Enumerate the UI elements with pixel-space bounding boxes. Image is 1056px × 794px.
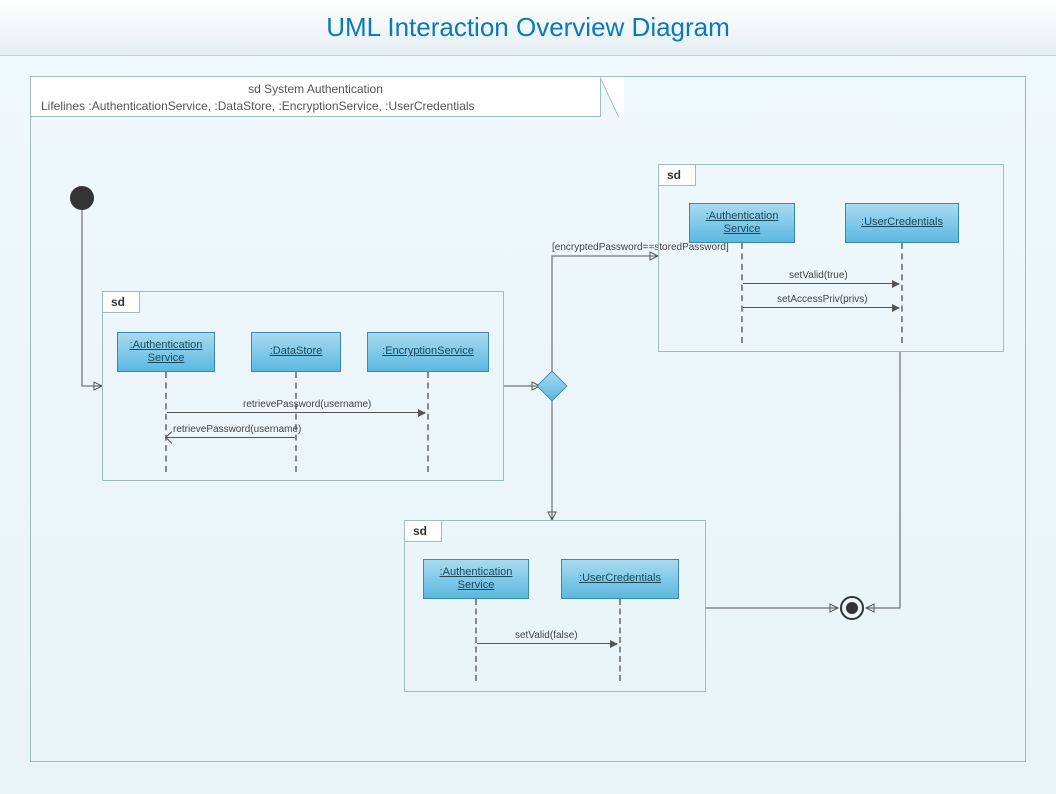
initial-node bbox=[70, 186, 94, 210]
lifeline-auth-3 bbox=[475, 599, 477, 681]
msg-text-2-2: setAccessPriv(privs) bbox=[777, 294, 868, 305]
lifebox-usercred-2: :UserCredentials bbox=[845, 203, 959, 243]
final-node bbox=[840, 596, 864, 620]
msg-text-1-1: retrievePassword(username) bbox=[243, 399, 371, 410]
sd-tab-1: sd bbox=[102, 291, 140, 313]
lifeline-auth-1 bbox=[165, 372, 167, 472]
outer-frame-tab: sd System Authentication Lifelines :Auth… bbox=[31, 77, 601, 117]
lifeline-uc-2 bbox=[901, 243, 903, 343]
sd-frame-2: sd :Authentication Service :UserCredenti… bbox=[658, 164, 1004, 352]
msg-line-3-1 bbox=[477, 643, 617, 644]
msg-line-1-2 bbox=[167, 437, 295, 438]
sd-tab-2: sd bbox=[658, 164, 696, 186]
outer-tab-line2: Lifelines :AuthenticationService, :DataS… bbox=[41, 98, 590, 115]
lifebox-usercred-3: :UserCredentials bbox=[561, 559, 679, 599]
lifebox-datastore: :DataStore bbox=[251, 332, 341, 372]
msg-line-2-2 bbox=[743, 307, 899, 308]
sd-frame-1: sd :Authentication Service :DataStore :E… bbox=[102, 291, 504, 481]
msg-text-2-1: setValid(true) bbox=[789, 270, 848, 281]
sd-tab-3: sd bbox=[404, 520, 442, 542]
page-title: UML Interaction Overview Diagram bbox=[326, 12, 730, 43]
outer-tab-line1: sd System Authentication bbox=[41, 81, 590, 98]
sd-frame-3: sd :Authentication Service :UserCredenti… bbox=[404, 520, 706, 692]
lifebox-auth-2: :Authentication Service bbox=[689, 203, 795, 243]
diagram-canvas: sd System Authentication Lifelines :Auth… bbox=[0, 56, 1056, 794]
lifebox-auth-1: :Authentication Service bbox=[117, 332, 215, 372]
lifeline-ds bbox=[295, 372, 297, 472]
msg-line-2-1 bbox=[743, 283, 899, 284]
outer-tab-notch bbox=[600, 77, 624, 117]
msg-text-3-1: setValid(false) bbox=[515, 630, 578, 641]
lifebox-auth-3: :Authentication Service bbox=[423, 559, 529, 599]
page-header: UML Interaction Overview Diagram bbox=[0, 0, 1056, 56]
msg-text-1-2: retrievePassword(username) bbox=[173, 424, 301, 435]
lifeline-enc bbox=[427, 372, 429, 472]
msg-line-1-1 bbox=[167, 412, 425, 413]
lifeline-uc-3 bbox=[619, 599, 621, 681]
lifeline-auth-2 bbox=[741, 243, 743, 343]
lifebox-encryption: :EncryptionService bbox=[367, 332, 489, 372]
